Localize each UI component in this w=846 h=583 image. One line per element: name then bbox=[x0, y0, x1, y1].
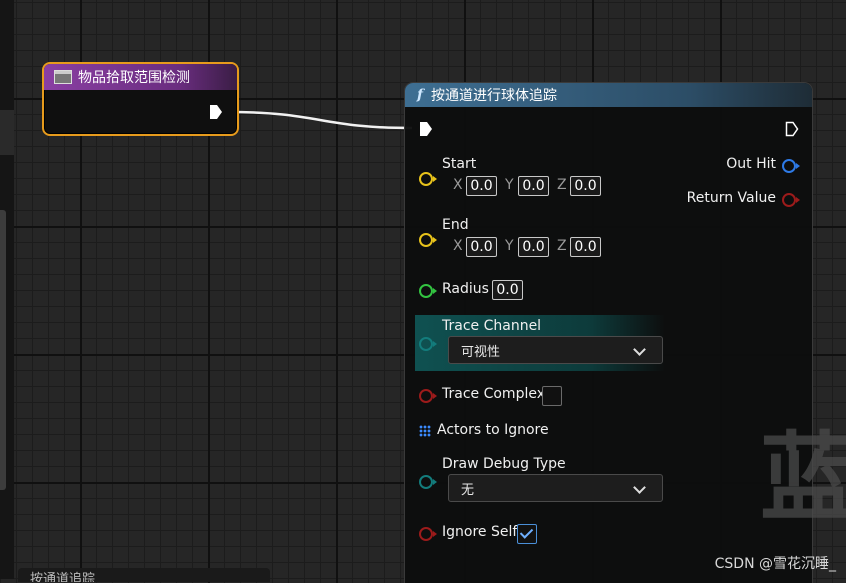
chevron-down-icon bbox=[633, 481, 646, 494]
ignore-self-checkbox[interactable] bbox=[517, 524, 537, 544]
trace-channel-label: Trace Channel bbox=[442, 318, 542, 334]
start-z-label: Z bbox=[557, 177, 567, 193]
event-node-title: 物品拾取范围检测 bbox=[78, 70, 190, 86]
end-x-label: X bbox=[453, 238, 463, 254]
draw-debug-type-dropdown[interactable]: 无 bbox=[448, 474, 663, 502]
start-pin[interactable] bbox=[419, 172, 437, 186]
actors-to-ignore-label: Actors to Ignore bbox=[437, 422, 549, 438]
left-panel-scrollbar[interactable] bbox=[0, 210, 6, 490]
trace-complex-label: Trace Complex bbox=[442, 386, 545, 402]
trace-complex-checkbox[interactable] bbox=[542, 386, 562, 406]
out-hit-label: Out Hit bbox=[726, 156, 776, 172]
bottom-tab-label: 按通道追踪 bbox=[30, 572, 96, 582]
end-x-field[interactable]: 0.0 bbox=[466, 237, 497, 257]
end-label: End bbox=[442, 217, 469, 233]
out-hit-pin[interactable] bbox=[782, 159, 800, 173]
draw-debug-type-pin[interactable] bbox=[419, 475, 437, 489]
trace-channel-pin[interactable] bbox=[419, 337, 437, 351]
event-node[interactable]: 物品拾取范围检测 bbox=[42, 62, 239, 136]
bottom-tab[interactable]: 按通道追踪 bbox=[18, 568, 270, 582]
exec-in-pin-icon[interactable] bbox=[419, 121, 433, 137]
start-y-field[interactable]: 0.0 bbox=[518, 176, 549, 196]
function-node[interactable]: f 按通道进行球体追踪 Start X 0.0 Y 0.0 Z 0.0 End … bbox=[405, 83, 812, 583]
start-x-field[interactable]: 0.0 bbox=[466, 176, 497, 196]
custom-event-icon bbox=[54, 70, 72, 84]
function-node-header[interactable]: f 按通道进行球体追踪 bbox=[405, 83, 812, 107]
ignore-self-pin[interactable] bbox=[419, 527, 437, 541]
credit-text: CSDN @雪花沉睡_ bbox=[714, 556, 836, 572]
function-node-title: 按通道进行球体追踪 bbox=[431, 88, 558, 104]
radius-pin[interactable] bbox=[419, 284, 437, 298]
start-y-label: Y bbox=[505, 177, 514, 193]
exec-out-pin-icon[interactable] bbox=[785, 121, 799, 137]
watermark-character: 蓝 bbox=[760, 422, 846, 534]
start-label: Start bbox=[442, 156, 477, 172]
end-z-label: Z bbox=[557, 238, 567, 254]
end-y-label: Y bbox=[505, 238, 514, 254]
end-y-field[interactable]: 0.0 bbox=[518, 237, 549, 257]
return-value-label: Return Value bbox=[686, 190, 776, 206]
draw-debug-type-value: 无 bbox=[461, 482, 475, 498]
function-icon: f bbox=[417, 87, 424, 103]
trace-channel-dropdown[interactable]: 可视性 bbox=[448, 336, 663, 364]
start-x-label: X bbox=[453, 177, 463, 193]
draw-debug-type-label: Draw Debug Type bbox=[442, 456, 566, 472]
trace-channel-value: 可视性 bbox=[461, 344, 501, 360]
exec-out-pin-icon[interactable] bbox=[209, 104, 223, 120]
left-panel-edge bbox=[0, 0, 14, 579]
start-z-field[interactable]: 0.0 bbox=[570, 176, 601, 196]
radius-field[interactable]: 0.0 bbox=[492, 280, 523, 300]
array-pin-icon[interactable] bbox=[419, 425, 431, 437]
return-value-pin[interactable] bbox=[782, 193, 800, 207]
chevron-down-icon bbox=[633, 343, 646, 356]
checkmark-icon bbox=[519, 525, 534, 539]
event-node-header[interactable]: 物品拾取范围检测 bbox=[44, 64, 237, 90]
ignore-self-label: Ignore Self bbox=[442, 524, 518, 540]
end-pin[interactable] bbox=[419, 233, 437, 247]
end-z-field[interactable]: 0.0 bbox=[570, 237, 601, 257]
trace-complex-pin[interactable] bbox=[419, 389, 437, 403]
left-panel-tab[interactable] bbox=[0, 110, 14, 155]
radius-label: Radius bbox=[442, 281, 489, 297]
